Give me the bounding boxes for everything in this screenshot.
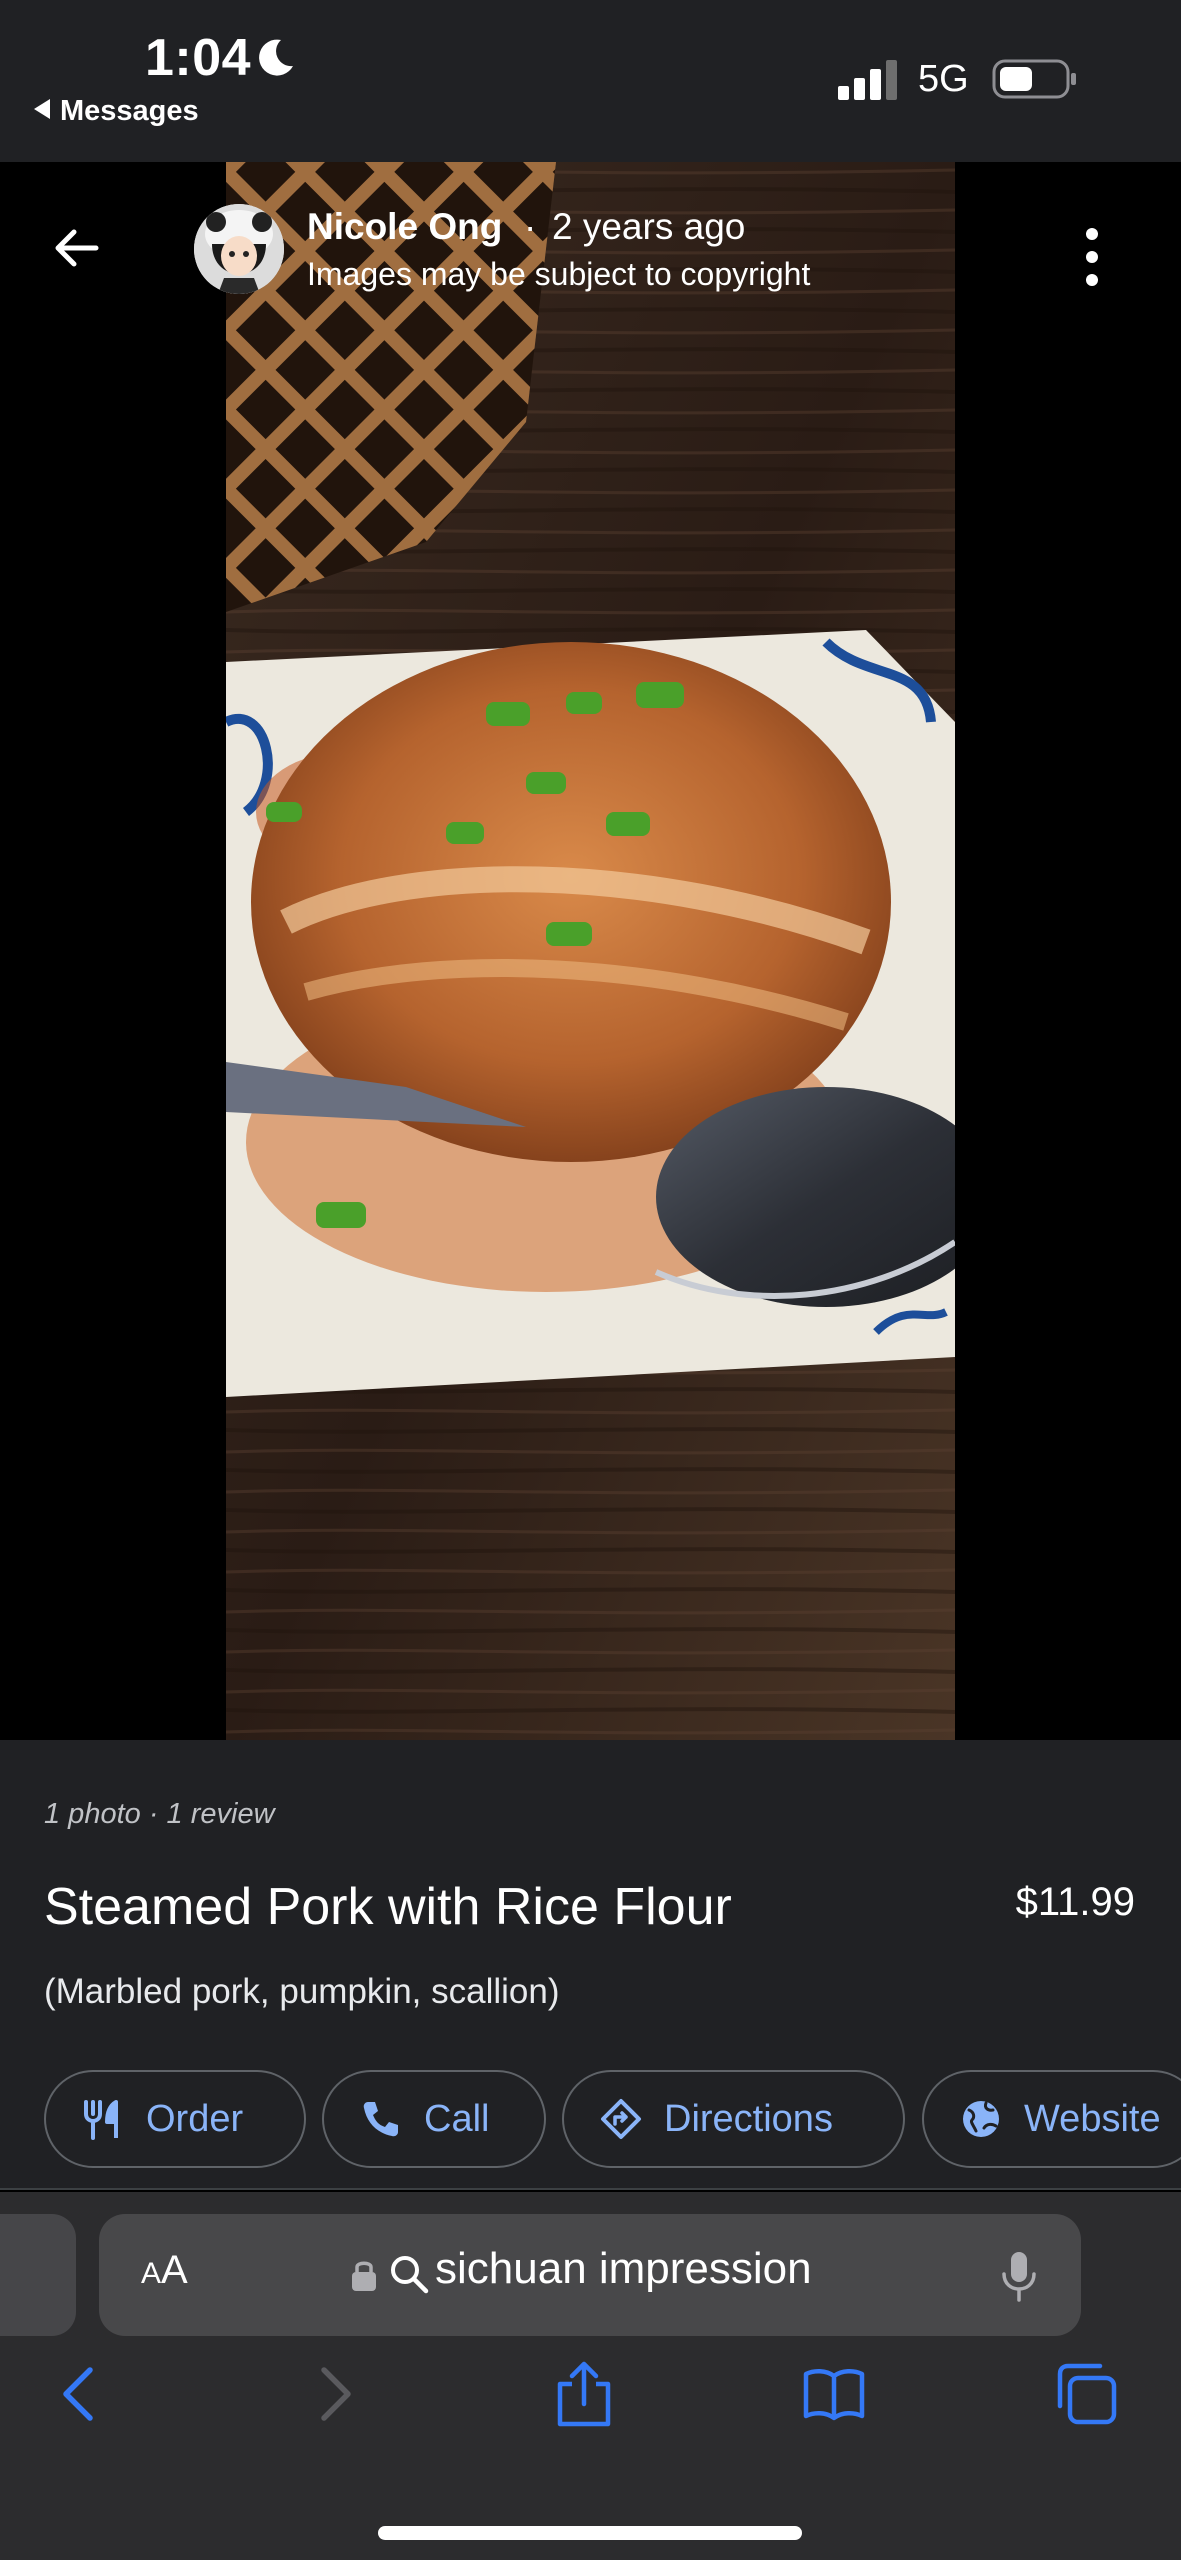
photo-viewer[interactable]: Nicole Ong · 2 years ago Images may be s… (0, 162, 1181, 1740)
dish-description: (Marbled pork, pumpkin, scallion) (44, 1972, 560, 2011)
author-name[interactable]: Nicole Ong (307, 206, 502, 248)
back-app-label: Messages (60, 95, 199, 127)
signal-icon (838, 60, 897, 100)
dish-info-panel: 1 photo · 1 review Steamed Pork with Ric… (0, 1740, 1181, 2190)
search-icon (391, 2256, 429, 2294)
home-indicator[interactable] (378, 2526, 802, 2540)
avatar[interactable] (194, 204, 284, 294)
microphone-icon[interactable] (999, 2250, 1039, 2302)
separator-dot: · (524, 206, 537, 247)
bookmarks-icon[interactable] (802, 2360, 866, 2428)
copyright-notice: Images may be subject to copyright (307, 256, 811, 292)
phone-icon (363, 2102, 398, 2137)
clock: 1:04 (145, 29, 252, 87)
order-label: Order (146, 2097, 244, 2140)
status-bar: 1:04 Messages 5G (0, 0, 1181, 162)
text-size-button[interactable]: AA (141, 2248, 188, 2293)
back-to-messages[interactable]: Messages (34, 95, 199, 128)
website-label: Website (1024, 2097, 1161, 2140)
call-label: Call (424, 2097, 490, 2140)
address-text[interactable]: sichuan impression (435, 2244, 812, 2294)
forward-icon[interactable] (304, 2360, 368, 2428)
directions-label: Directions (664, 2097, 833, 2140)
tabs-icon[interactable] (1054, 2360, 1118, 2428)
dish-photo (226, 162, 955, 1740)
website-button[interactable]: Website (922, 2070, 1181, 2168)
order-button[interactable]: Order (44, 2070, 306, 2168)
share-icon[interactable] (552, 2360, 616, 2428)
directions-icon (601, 2099, 641, 2139)
more-options-icon[interactable] (1072, 222, 1112, 292)
dish-name: Steamed Pork with Rice Flour (44, 1878, 732, 1936)
text-size-small: A (141, 2257, 162, 2290)
globe-icon (963, 2101, 999, 2137)
lock-icon (352, 2261, 376, 2291)
back-triangle-icon (34, 99, 50, 119)
dish-price: $11.99 (1015, 1880, 1135, 1924)
moon-icon (259, 39, 293, 76)
back-icon[interactable] (46, 2360, 110, 2428)
photo-review-count[interactable]: 1 photo · 1 review (44, 1798, 275, 1831)
avatar-icon (194, 204, 284, 294)
previous-tab[interactable] (0, 2214, 76, 2336)
network-type: 5G (918, 58, 969, 100)
battery-icon (992, 59, 1076, 99)
photo-header: Nicole Ong · 2 years ago Images may be s… (0, 162, 1181, 312)
browser-bar: AA sichuan impression (0, 2192, 1181, 2560)
address-bar[interactable]: AA sichuan impression (99, 2214, 1081, 2336)
call-button[interactable]: Call (322, 2070, 546, 2168)
post-age: 2 years ago (552, 206, 746, 247)
directions-button[interactable]: Directions (562, 2070, 905, 2168)
utensils-icon (84, 2100, 118, 2140)
back-arrow-icon[interactable] (50, 222, 102, 274)
text-size-big: A (161, 2248, 188, 2292)
